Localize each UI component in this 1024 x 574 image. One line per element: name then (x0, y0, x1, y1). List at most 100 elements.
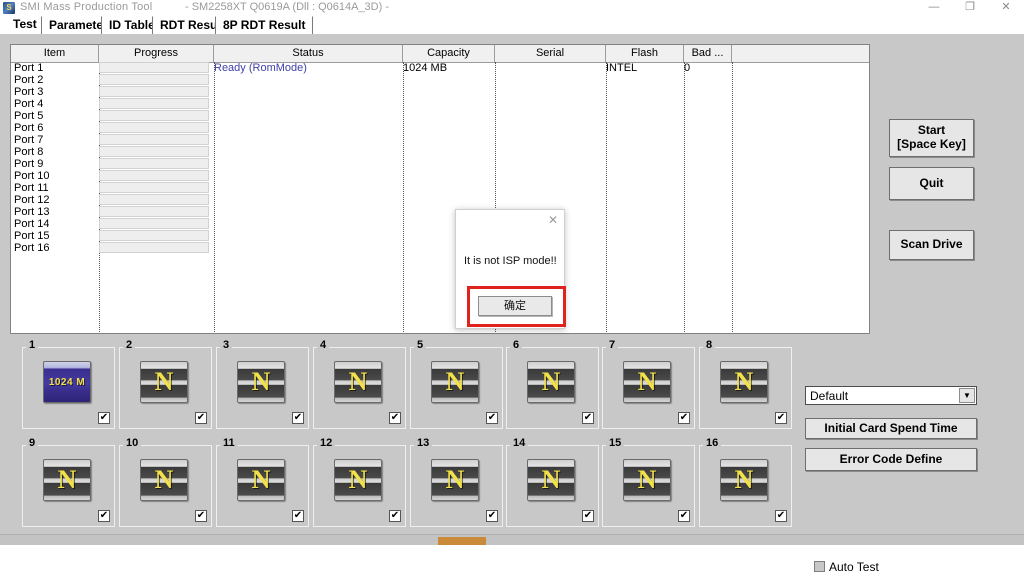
drive-none-label: N (44, 460, 90, 500)
window-subtitle: - SM2258XT Q0619A (Dll : Q0614A_3D) - (185, 1, 389, 13)
column-header-filler (732, 45, 869, 62)
table-row[interactable]: Port 9 (11, 158, 869, 170)
table-row[interactable]: Port 14 (11, 218, 869, 230)
port-table[interactable]: Item Progress Status Capacity Serial Fla… (10, 44, 870, 334)
initial-card-spend-time-button[interactable]: Initial Card Spend Time (805, 418, 977, 439)
drive-card[interactable]: 6N✔ (506, 347, 599, 429)
cell-item: Port 2 (14, 74, 43, 86)
drive-card[interactable]: 16N✔ (699, 445, 792, 527)
table-row[interactable]: Port 4 (11, 98, 869, 110)
drive-card[interactable]: 4N✔ (313, 347, 406, 429)
drive-card-checkbox[interactable]: ✔ (195, 510, 207, 522)
drive-card-number: 2 (123, 340, 135, 351)
drive-card-checkbox[interactable]: ✔ (98, 412, 110, 424)
drive-card-number: 3 (220, 340, 232, 351)
drive-card[interactable]: 2N✔ (119, 347, 212, 429)
table-body: Port 1Ready (RomMode)1024 MBINTEL0Port 2… (11, 62, 869, 332)
drive-card-checkbox[interactable]: ✔ (486, 510, 498, 522)
drive-card-checkbox[interactable]: ✔ (98, 510, 110, 522)
maximize-icon[interactable]: ❐ (952, 0, 988, 15)
auto-test-checkbox[interactable]: Auto Test (814, 560, 879, 574)
drive-card[interactable]: 7N✔ (602, 347, 695, 429)
quit-button[interactable]: Quit (889, 167, 974, 200)
tab-test[interactable]: Test (6, 16, 44, 33)
column-header-progress[interactable]: Progress (99, 45, 214, 62)
drive-card[interactable]: 5N✔ (410, 347, 503, 429)
drive-icon: N (623, 459, 671, 501)
drive-card[interactable]: 11N✔ (216, 445, 309, 527)
dialog-ok-button[interactable]: 确定 (478, 296, 552, 316)
cell-item: Port 10 (14, 170, 49, 182)
drive-card-checkbox[interactable]: ✔ (389, 510, 401, 522)
drive-card[interactable]: 15N✔ (602, 445, 695, 527)
drive-card-checkbox[interactable]: ✔ (582, 510, 594, 522)
drive-card[interactable]: 3N✔ (216, 347, 309, 429)
table-row[interactable]: Port 13 (11, 206, 869, 218)
cell-progress-bar (99, 134, 209, 145)
table-row[interactable]: Port 3 (11, 86, 869, 98)
drive-card[interactable]: 14N✔ (506, 445, 599, 527)
drive-icon: N (527, 361, 575, 403)
drive-card-number: 8 (703, 340, 715, 351)
cell-progress-bar (99, 230, 209, 241)
drive-card-checkbox[interactable]: ✔ (292, 412, 304, 424)
drive-card-number: 12 (317, 438, 335, 449)
drive-none-label: N (432, 362, 478, 402)
drive-card[interactable]: 10N✔ (119, 445, 212, 527)
drive-card-number: 7 (606, 340, 618, 351)
cell-item: Port 14 (14, 218, 49, 230)
drive-card-checkbox[interactable]: ✔ (486, 412, 498, 424)
tab-8p-rdt-result[interactable]: 8P RDT Result (215, 16, 313, 34)
drive-card-number: 1 (26, 340, 38, 351)
column-header-serial[interactable]: Serial (495, 45, 606, 62)
table-row[interactable]: Port 5 (11, 110, 869, 122)
drive-card-checkbox[interactable]: ✔ (678, 510, 690, 522)
chevron-down-icon[interactable]: ▼ (959, 388, 975, 403)
table-row[interactable]: Port 7 (11, 134, 869, 146)
error-code-define-button[interactable]: Error Code Define (805, 448, 977, 471)
drive-card-number: 11 (220, 438, 238, 449)
drive-card-checkbox[interactable]: ✔ (195, 412, 207, 424)
table-row[interactable]: Port 1Ready (RomMode)1024 MBINTEL0 (11, 62, 869, 74)
drive-card-checkbox[interactable]: ✔ (582, 412, 594, 424)
drive-card-checkbox[interactable]: ✔ (678, 412, 690, 424)
drive-icon: N (623, 361, 671, 403)
drive-card[interactable]: 13N✔ (410, 445, 503, 527)
table-header-row: Item Progress Status Capacity Serial Fla… (11, 45, 869, 63)
drive-card-checkbox[interactable]: ✔ (775, 412, 787, 424)
drive-card[interactable]: 9N✔ (22, 445, 115, 527)
drive-card-checkbox[interactable]: ✔ (292, 510, 304, 522)
table-row[interactable]: Port 12 (11, 194, 869, 206)
minimize-icon[interactable]: — (916, 0, 952, 15)
column-header-flash[interactable]: Flash (606, 45, 684, 62)
drive-none-label: N (238, 460, 284, 500)
table-row[interactable]: Port 2 (11, 74, 869, 86)
column-header-bad[interactable]: Bad ... (684, 45, 732, 62)
drive-card[interactable]: 8N✔ (699, 347, 792, 429)
table-row[interactable]: Port 16 (11, 242, 869, 254)
dialog-close-icon[interactable]: ✕ (544, 212, 562, 228)
drive-card[interactable]: 11024 M✔ (22, 347, 115, 429)
table-row[interactable]: Port 8 (11, 146, 869, 158)
table-row[interactable]: Port 15 (11, 230, 869, 242)
column-header-status[interactable]: Status (214, 45, 403, 62)
drive-icon: N (140, 459, 188, 501)
auto-test-checkbox-box[interactable] (814, 561, 825, 572)
scan-drive-button[interactable]: Scan Drive (889, 230, 974, 260)
drive-card-checkbox[interactable]: ✔ (775, 510, 787, 522)
profile-select[interactable]: Default ▼ (805, 386, 977, 405)
column-header-item[interactable]: Item (11, 45, 99, 62)
drive-card[interactable]: 12N✔ (313, 445, 406, 527)
cell-progress-bar (99, 146, 209, 157)
close-icon[interactable]: ✕ (988, 0, 1024, 15)
drive-card-checkbox[interactable]: ✔ (389, 412, 401, 424)
cell-item: Port 4 (14, 98, 43, 110)
drive-card-number: 13 (414, 438, 432, 449)
drive-icon: N (527, 459, 575, 501)
table-row[interactable]: Port 10 (11, 170, 869, 182)
tab-bar: Test Parameter ID Table RDT Result 8P RD… (0, 15, 1024, 34)
table-row[interactable]: Port 11 (11, 182, 869, 194)
table-row[interactable]: Port 6 (11, 122, 869, 134)
column-header-capacity[interactable]: Capacity (403, 45, 495, 62)
start-button[interactable]: Start [Space Key] (889, 119, 974, 157)
